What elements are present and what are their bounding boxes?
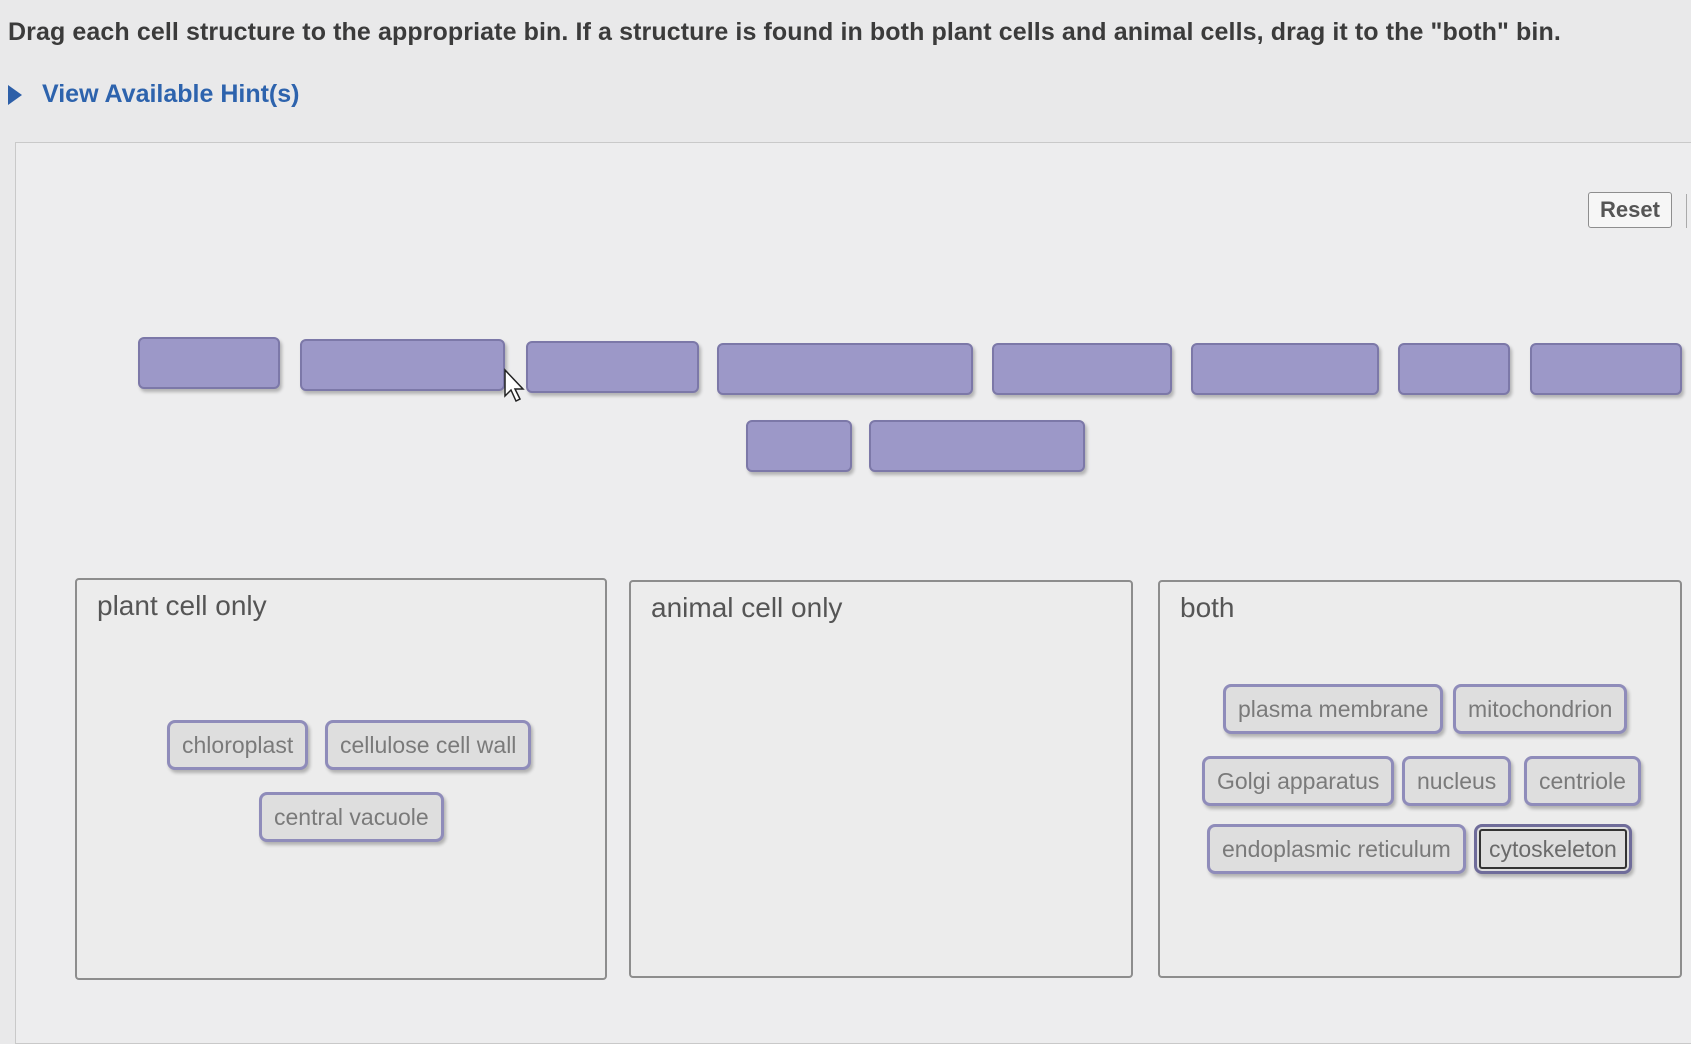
empty-slot-5[interactable] [992,343,1172,395]
instructions-text: Drag each cell structure to the appropri… [8,18,1561,46]
chip-central-vacuole[interactable]: central vacuole [259,792,444,842]
empty-slot-4[interactable] [717,343,973,395]
bin-plant-cell-only[interactable]: plant cell only [75,578,607,980]
chip-chloroplast[interactable]: chloroplast [167,720,309,770]
empty-slot-2[interactable] [300,339,505,391]
empty-slot-7[interactable] [1398,343,1510,395]
bin-title-plant: plant cell only [97,590,267,621]
chip-cellulose-cell-wall[interactable]: cellulose cell wall [325,720,532,770]
empty-slot-8[interactable] [1530,343,1682,395]
empty-slot-6[interactable] [1191,343,1379,395]
expand-triangle-icon [8,84,22,105]
view-hints-label: View Available Hint(s) [42,80,300,108]
bin-title-animal: animal cell only [651,592,843,623]
empty-slot-9[interactable] [746,420,852,472]
chip-golgi-apparatus[interactable]: Golgi apparatus [1202,756,1395,806]
chip-mitochondrion[interactable]: mitochondrion [1453,684,1628,734]
empty-slot-1[interactable] [138,337,280,389]
bin-title-both: both [1180,592,1235,623]
chip-endoplasmic-reticulum[interactable]: endoplasmic reticulum [1207,824,1466,874]
chip-nucleus[interactable]: nucleus [1402,756,1512,806]
empty-slot-3[interactable] [526,341,699,393]
toolbar-edge [1686,194,1690,228]
reset-button[interactable]: Reset [1588,192,1672,228]
mouse-cursor-icon [504,368,525,403]
chip-cytoskeleton[interactable]: cytoskeleton [1474,824,1632,874]
view-hints-link[interactable]: View Available Hint(s) [8,80,299,109]
empty-slot-10[interactable] [869,420,1085,472]
chip-centriole[interactable]: centriole [1524,756,1641,806]
bin-animal-cell-only[interactable]: animal cell only [629,580,1133,978]
chip-plasma-membrane[interactable]: plasma membrane [1223,684,1444,734]
